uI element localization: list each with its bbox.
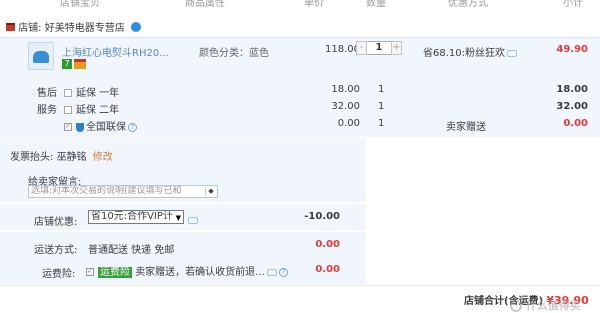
service-subtotal: 18.00 — [556, 84, 588, 95]
discount-comment-icon[interactable] — [188, 216, 198, 224]
service-label: 延保 一年 — [76, 88, 120, 99]
header-subtotal: 小计 — [563, 0, 583, 9]
service-price: 0.00 — [337, 118, 360, 129]
header-qty: 数量 — [366, 0, 386, 9]
header-promo: 优惠方式 — [448, 0, 488, 9]
unit-price: 118.00 — [325, 44, 360, 55]
shop-row: 店铺: 好美特电器专营店 — [6, 19, 141, 34]
shop-icon — [6, 22, 15, 31]
product-title[interactable]: 上海红心电熨斗RH20... — [62, 44, 169, 59]
insurance-row: 运费险 卖家赠送，若确认收货前退...? — [86, 263, 288, 278]
insurance-amount: 0.00 — [315, 264, 340, 275]
help-icon[interactable]: ? — [128, 122, 137, 132]
national-warranty-checkbox — [64, 123, 72, 131]
service-qty: 1 — [378, 118, 385, 129]
service-row-2: 延保 二年 — [64, 101, 119, 116]
insurance-tag: 运费险 — [98, 267, 132, 278]
insurance-comment-icon[interactable] — [266, 268, 277, 276]
product-attr: 颜色分类：蓝色 — [199, 48, 269, 59]
qty-plus-button[interactable]: + — [391, 41, 402, 55]
service-group-after: 售后 — [37, 88, 57, 99]
discount-label: 店铺优惠: — [34, 217, 78, 228]
shipping-method: 普通配送 快递 免邮 — [88, 245, 175, 256]
warranty-2yr-checkbox[interactable] — [64, 106, 72, 114]
service-price: 32.00 — [331, 101, 360, 112]
service-subtotal: 0.00 — [563, 118, 588, 129]
service-row-1: 延保 一年 — [64, 84, 119, 99]
badge-invoice-icon — [74, 59, 86, 69]
qty-input[interactable]: 1 — [367, 41, 391, 55]
service-label: 全国联保 — [86, 122, 126, 133]
discount-amount: -10.00 — [304, 211, 340, 222]
header-price: 单价 — [304, 0, 324, 9]
insurance-help-icon[interactable]: ? — [278, 267, 288, 277]
iron-image — [33, 51, 49, 63]
promo-comment-icon[interactable] — [507, 49, 517, 57]
quantity-stepper: -1 + — [356, 41, 402, 56]
warranty-1yr-checkbox[interactable] — [64, 89, 72, 97]
message-placeholder: 选填:对本次交易的说明(建议填写已和 — [31, 186, 182, 196]
insurance-desc: 卖家赠送，若确认收货前退... — [135, 267, 265, 278]
badge-seven-day: 7 — [62, 59, 72, 69]
wangwang-icon[interactable] — [130, 21, 141, 32]
qty-minus-button[interactable]: - — [356, 41, 367, 55]
watermark-text: 什么值得买 — [525, 299, 581, 312]
shield-icon — [76, 122, 84, 132]
product-thumbnail[interactable] — [28, 42, 54, 70]
service-promo: 卖家赠送 — [446, 122, 486, 133]
watermark: 什么值得买 — [510, 297, 581, 313]
total-divider — [0, 285, 600, 286]
message-input[interactable]: 选填:对本次交易的说明(建议填写已和 ◆ — [28, 185, 218, 198]
promo-text: 省68.10:粉丝狂欢 — [423, 48, 505, 59]
header-product: 店铺宝贝 — [60, 0, 100, 9]
shipping-label: 运送方式: — [34, 245, 78, 256]
item-promo: 省68.10:粉丝狂欢 — [423, 44, 517, 59]
shop-label: 店铺: — [18, 23, 42, 34]
invoice-row: 发票抬头: 巫静铭 修改 — [10, 148, 113, 163]
invoice-label: 发票抬头: — [10, 152, 54, 163]
service-qty: 1 — [378, 84, 385, 95]
service-subtotal: 32.00 — [556, 101, 588, 112]
service-qty: 1 — [378, 101, 385, 112]
discount-select[interactable]: 省10元:合作VIP计 ▼ — [88, 210, 184, 224]
service-group-service: 服务 — [37, 105, 57, 116]
watermark-logo — [510, 300, 522, 312]
service-label: 延保 二年 — [76, 105, 120, 116]
invoice-name: 巫静铭 — [56, 152, 87, 163]
service-price: 18.00 — [331, 84, 360, 95]
insurance-label: 运费险: — [42, 269, 76, 280]
header-attrs: 商品属性 — [185, 0, 225, 9]
invoice-edit-link[interactable]: 修改 — [93, 152, 113, 163]
shop-name[interactable]: 好美特电器专营店 — [45, 23, 125, 34]
insurance-checkbox — [86, 268, 94, 276]
shipping-amount: 0.00 — [315, 239, 340, 250]
table-header: 店铺宝贝 商品属性 单价 数量 优惠方式 小计 — [0, 0, 600, 9]
message-dropdown-icon[interactable]: ◆ — [205, 187, 216, 196]
discount-selected: 省10元:合作VIP计 — [91, 211, 173, 222]
discount-dropdown-icon: ▼ — [175, 214, 181, 222]
service-row-3: 全国联保? — [64, 118, 137, 133]
item-subtotal: 49.90 — [556, 44, 588, 55]
